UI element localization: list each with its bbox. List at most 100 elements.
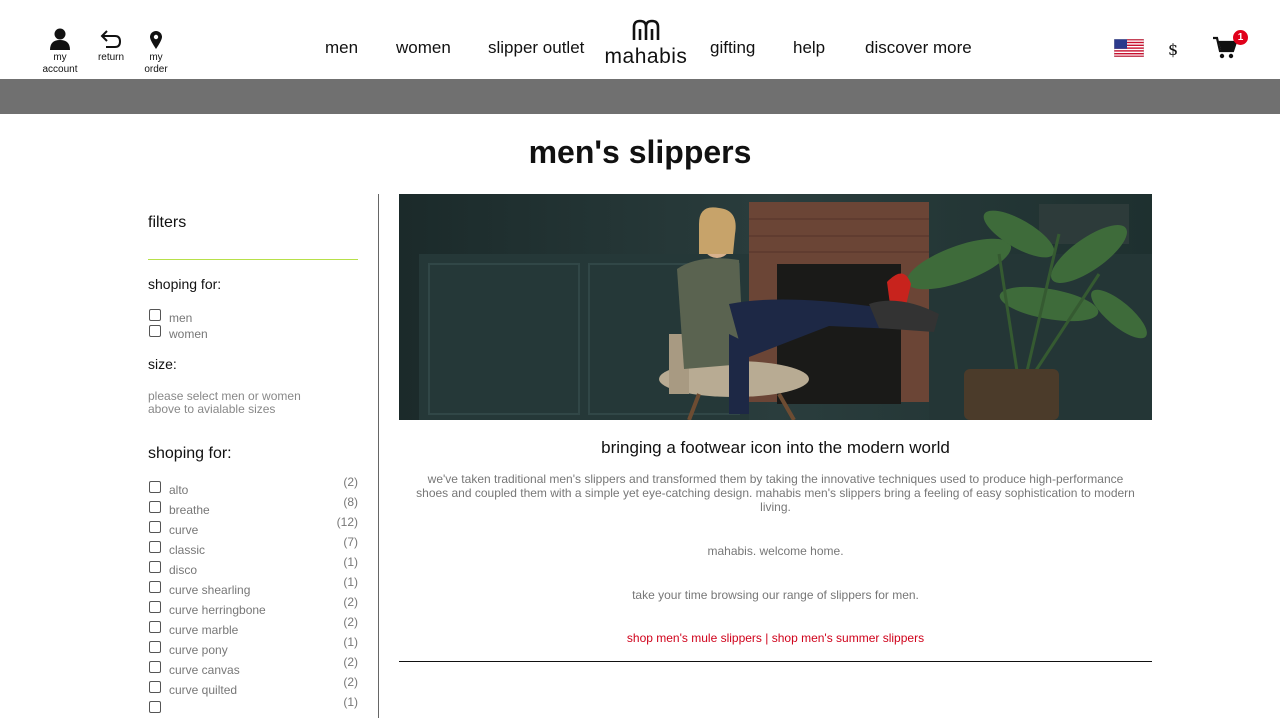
filter-option-curve-shearling[interactable]: curve shearling (1) xyxy=(148,575,358,601)
intro-paragraph: we've taken traditional men's slippers a… xyxy=(405,472,1146,514)
checkbox[interactable] xyxy=(149,601,161,613)
filter-option-men[interactable]: men xyxy=(148,309,358,328)
checkbox[interactable] xyxy=(149,561,161,573)
shopping-for-heading: shoping for: xyxy=(148,276,222,292)
filter-option-curve-quilted[interactable]: curve quilted (2) xyxy=(148,675,358,701)
intro-line-3: living. xyxy=(760,500,791,514)
checkbox[interactable] xyxy=(149,641,161,653)
promo-banner-bar xyxy=(0,79,1280,114)
sidebar-divider xyxy=(378,194,379,718)
browse-paragraph: take your time browsing our range of sli… xyxy=(632,588,919,602)
filter-option-count: (2) xyxy=(343,675,358,689)
link-separator: | xyxy=(761,631,772,645)
nav-slipper-outlet[interactable]: slipper outlet xyxy=(488,38,584,58)
nav-gifting[interactable]: gifting xyxy=(710,38,755,58)
my-order-label-1: my xyxy=(149,52,163,63)
nav-discover-more[interactable]: discover more xyxy=(865,38,972,58)
size-note-line-2: above to avialable sizes xyxy=(148,402,276,416)
nav-men[interactable]: men xyxy=(325,38,358,58)
checkbox[interactable] xyxy=(149,621,161,633)
mahabis-logo[interactable]: mahabis xyxy=(604,18,688,69)
checkbox[interactable] xyxy=(149,325,161,337)
filters-title: filters xyxy=(148,214,187,231)
my-account-label-1: my xyxy=(53,52,67,63)
filter-option-label: curve herringbone xyxy=(169,603,266,617)
filter-option-curve-pony[interactable]: curve pony (1) xyxy=(148,635,358,661)
filter-option-label: curve marble xyxy=(169,623,239,637)
site-header: my account return my order men women sli… xyxy=(0,0,1280,79)
checkbox[interactable] xyxy=(149,581,161,593)
filter-option-count: (1) xyxy=(343,695,358,709)
filter-option-classic[interactable]: classic (7) xyxy=(148,535,358,561)
filter-option-curve-marble[interactable]: curve marble (2) xyxy=(148,615,358,641)
filter-option-alto[interactable]: alto (2) xyxy=(148,475,358,501)
filter-option-label: alto xyxy=(169,483,189,497)
filter-option-label: curve quilted xyxy=(169,683,238,697)
content-heading: bringing a footwear icon into the modern… xyxy=(601,438,950,457)
intro-line-2: shoes and coupled them with a simple yet… xyxy=(416,486,1135,500)
filter-option-breathe[interactable]: breathe (8) xyxy=(148,495,358,521)
return-label: return xyxy=(97,52,125,63)
page-title: men's slippers xyxy=(528,134,752,170)
filter-option-label: classic xyxy=(169,543,206,557)
map-pin-icon xyxy=(150,31,162,49)
filter-option-label: curve pony xyxy=(169,643,228,657)
link-summer-slippers[interactable]: shop men's summer slippers xyxy=(772,631,924,645)
my-account-label-2: account xyxy=(42,64,78,75)
checkbox[interactable] xyxy=(149,701,161,713)
filters-divider xyxy=(148,259,358,260)
checkbox[interactable] xyxy=(149,309,161,321)
filter-option-disco[interactable]: disco (1) xyxy=(148,555,358,581)
content-divider xyxy=(399,661,1152,662)
hero-illustration xyxy=(399,194,1152,420)
checkbox[interactable] xyxy=(149,501,161,513)
checkbox[interactable] xyxy=(149,481,161,493)
filter-option-label: women xyxy=(169,327,208,341)
checkbox[interactable] xyxy=(149,521,161,533)
styles-filter-list: alto (2) breathe (8) curve (12) classic … xyxy=(148,475,358,713)
filter-option-count: (1) xyxy=(343,555,358,569)
filter-option-women[interactable]: women xyxy=(148,325,358,344)
filter-option-count: (1) xyxy=(343,635,358,649)
filter-option-count: (2) xyxy=(343,475,358,489)
filter-option-label: breathe xyxy=(169,503,210,517)
tagline-paragraph: mahabis. welcome home. xyxy=(707,544,844,558)
filter-option-label: men xyxy=(169,311,193,325)
nav-women[interactable]: women xyxy=(396,38,451,58)
us-flag-icon[interactable] xyxy=(1114,39,1144,57)
logo-text: mahabis xyxy=(604,45,688,68)
filter-option-count: (1) xyxy=(343,575,358,589)
return-icon xyxy=(100,30,122,48)
filters-sidebar: filters shoping for: men women size: ple… xyxy=(148,194,358,713)
currency-selector[interactable]: $ xyxy=(1168,40,1178,59)
filter-option-curve[interactable]: curve (12) xyxy=(148,515,358,541)
hero-image xyxy=(399,194,1152,420)
filter-option-label: curve canvas xyxy=(169,663,240,677)
size-note-line-1: please select men or women xyxy=(148,389,301,403)
size-note: please select men or women above to avia… xyxy=(148,390,358,416)
filter-option-count: (2) xyxy=(343,655,358,669)
filter-option-curve-canvas[interactable]: curve canvas (2) xyxy=(148,655,358,681)
filter-option-label: curve shearling xyxy=(169,583,251,597)
my-order-label-2: order xyxy=(144,64,168,75)
filter-option-count: (7) xyxy=(343,535,358,549)
filter-option-curve-herringbone[interactable]: curve herringbone (2) xyxy=(148,595,358,621)
filter-option-count: (2) xyxy=(343,595,358,609)
filter-option-partial[interactable]: (1) xyxy=(148,695,358,713)
user-icon xyxy=(50,28,70,50)
nav-help[interactable]: help xyxy=(793,38,825,58)
size-heading: size: xyxy=(148,356,177,372)
filter-option-count: (8) xyxy=(343,495,358,509)
checkbox[interactable] xyxy=(149,541,161,553)
checkbox[interactable] xyxy=(149,681,161,693)
mahabis-logo-mark xyxy=(632,19,660,40)
filter-option-count: (12) xyxy=(336,515,358,529)
filter-option-label: curve xyxy=(169,523,199,537)
checkbox[interactable] xyxy=(149,661,161,673)
styles-heading: shoping for: xyxy=(148,445,232,462)
link-mule-slippers[interactable]: shop men's mule slippers xyxy=(627,631,762,645)
category-links: shop men's mule slippers | shop men's su… xyxy=(399,631,1152,645)
cart-count-badge: 1 xyxy=(1233,30,1248,45)
filter-option-count: (2) xyxy=(343,615,358,629)
my-order-link[interactable]: my order xyxy=(126,30,186,76)
